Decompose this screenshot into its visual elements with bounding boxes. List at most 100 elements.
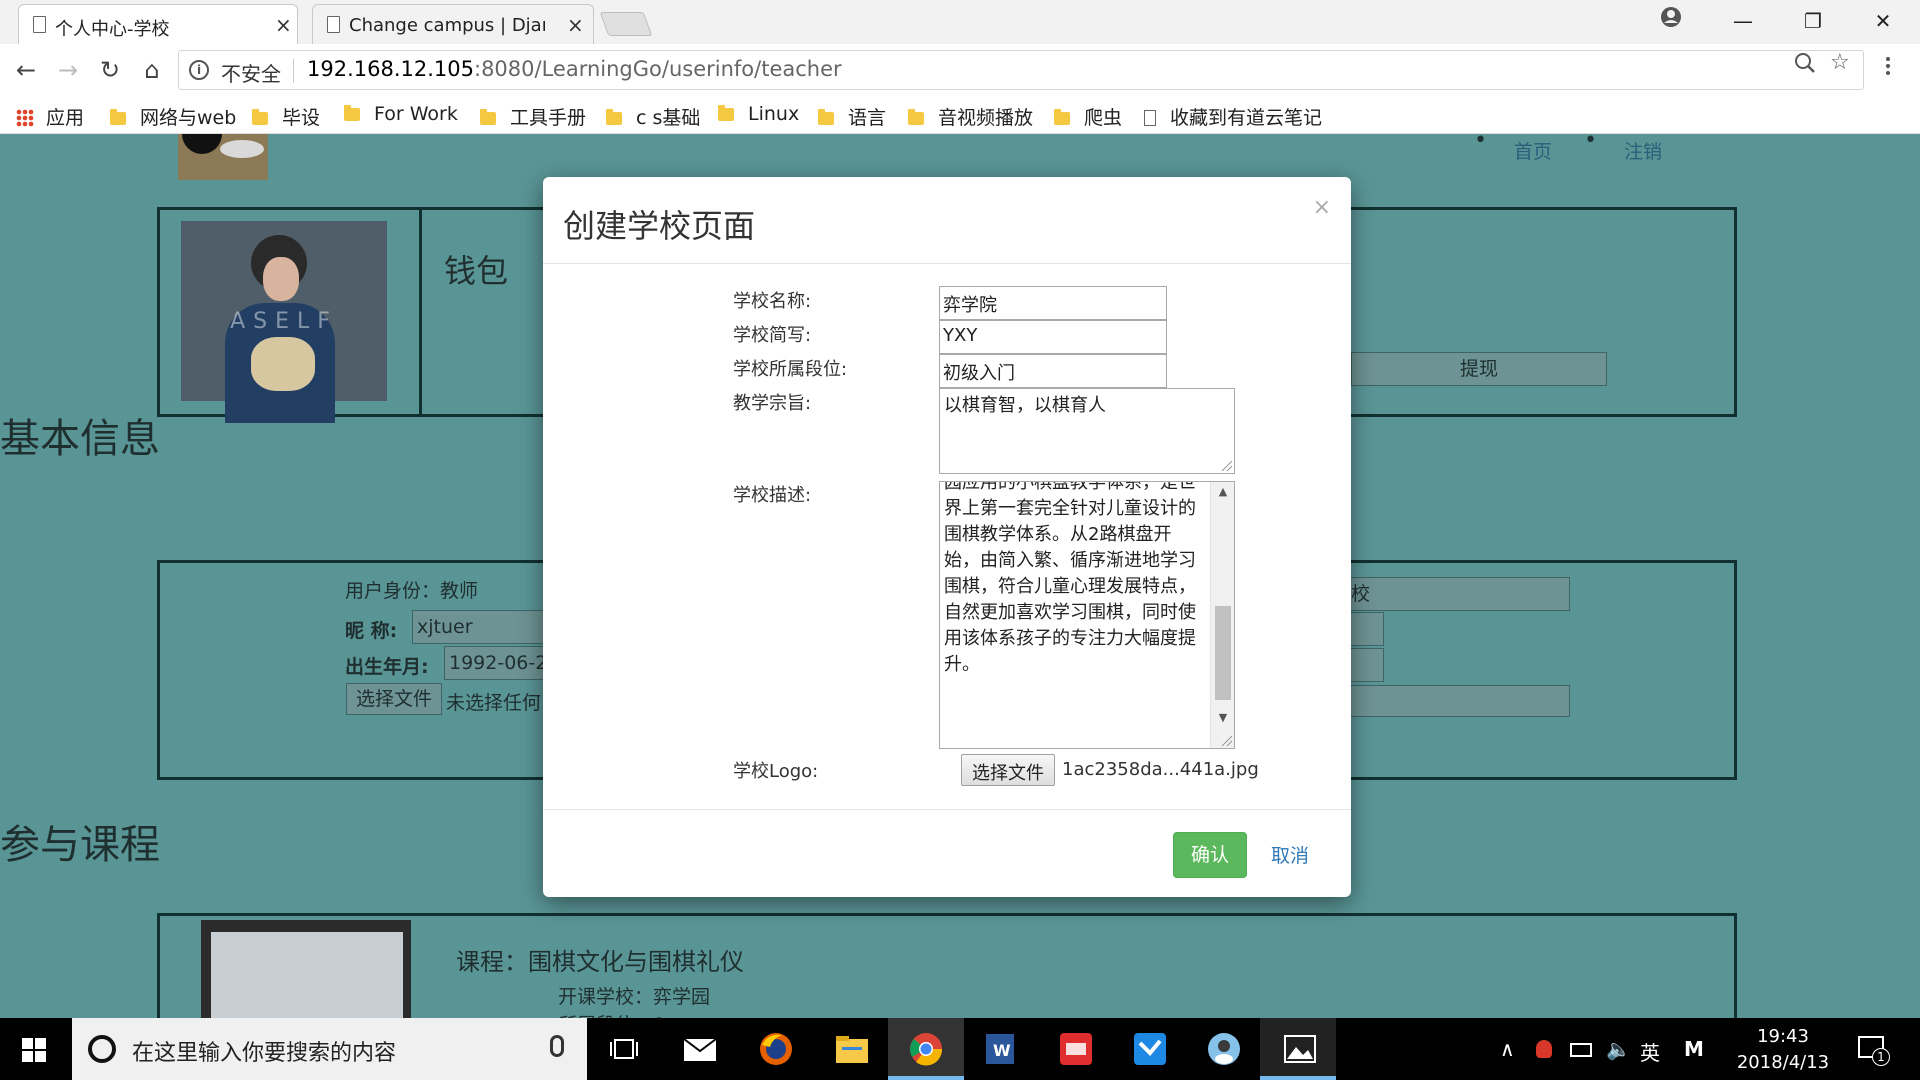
confirm-button[interactable]: 确认 <box>1173 832 1247 878</box>
microphone-icon[interactable] <box>550 1035 564 1057</box>
resize-grip-icon[interactable] <box>1222 461 1232 471</box>
avatar-file-button[interactable]: 选择文件 <box>346 683 442 715</box>
new-tab-button[interactable] <box>599 12 653 36</box>
bookmark-graduation-project[interactable]: 毕设 <box>252 103 320 129</box>
bookmark-network-web[interactable]: 网络与web <box>110 103 236 129</box>
bookmarks-bar: 应用 网络与web 毕设 For Work 工具手册 c s基础 Linux 语… <box>0 96 1920 134</box>
bookmark-youdao-note[interactable]: 收藏到有道云笔记 <box>1144 103 1323 129</box>
bookmark-label: 收藏到有道云笔记 <box>1170 107 1323 129</box>
bookmark-crawler[interactable]: 爬虫 <box>1054 103 1122 129</box>
cancel-button[interactable]: 取消 <box>1271 841 1309 868</box>
back-arrow-icon[interactable]: ← <box>8 52 44 88</box>
battery-icon[interactable] <box>1570 1043 1592 1057</box>
windows-start-icon[interactable] <box>22 1038 46 1062</box>
site-logo[interactable] <box>178 134 268 180</box>
scroll-down-arrow-icon[interactable]: ▼ <box>1211 708 1234 728</box>
resize-grip-icon[interactable] <box>1222 736 1232 746</box>
bullet: • <box>1474 134 1487 153</box>
browser-menu-icon[interactable] <box>1882 54 1894 84</box>
close-window-button[interactable]: ✕ <box>1868 6 1898 36</box>
qq-tray-icon[interactable] <box>1536 1040 1552 1058</box>
nav-logout-link[interactable]: 注销 <box>1624 137 1662 164</box>
teaching-purpose-value: 以棋育智，以棋育人 <box>944 395 1106 416</box>
home-icon[interactable]: ⌂ <box>134 52 170 88</box>
svg-text:W: W <box>993 1041 1011 1060</box>
task-view-icon[interactable] <box>606 1031 642 1067</box>
mail-icon[interactable] <box>682 1031 718 1067</box>
close-icon[interactable]: × <box>1313 195 1331 220</box>
bookmark-apps[interactable]: 应用 <box>16 103 84 129</box>
bookmark-cs-basics[interactable]: c s基础 <box>606 103 701 129</box>
bookmark-label: c s基础 <box>636 107 701 129</box>
reload-icon[interactable]: ↻ <box>92 52 128 88</box>
file-explorer-icon[interactable] <box>834 1031 870 1067</box>
withdraw-button[interactable]: 提现 <box>1351 352 1607 386</box>
ime-indicator[interactable]: 英 <box>1640 1037 1660 1066</box>
birth-input[interactable]: 1992-06-20 <box>444 646 544 680</box>
volume-icon[interactable]: 🔈 <box>1606 1037 1631 1061</box>
school-abbr-input[interactable]: YXY <box>939 320 1167 354</box>
zoom-icon[interactable] <box>1794 52 1816 80</box>
feishu-icon[interactable] <box>1132 1031 1168 1067</box>
address-bar[interactable]: i 不安全 192.168.12.105:8080/LearningGo/use… <box>178 50 1864 90</box>
cortana-icon[interactable] <box>88 1035 116 1063</box>
word-icon[interactable]: W <box>982 1031 1018 1067</box>
restore-button[interactable]: ❐ <box>1798 6 1828 36</box>
bookmark-star-icon[interactable]: ☆ <box>1830 50 1850 75</box>
browser-toolbar: ← → ↻ ⌂ i 不安全 192.168.12.105:8080/Learni… <box>0 44 1920 96</box>
info-icon[interactable]: i <box>189 60 209 80</box>
photos-icon[interactable] <box>1282 1031 1318 1067</box>
school-abbr-label: 学校简写: <box>733 325 812 346</box>
ime-mode-icon[interactable]: M <box>1684 1037 1704 1061</box>
forward-arrow-icon[interactable]: → <box>50 52 86 88</box>
birth-label: 出生年月: <box>345 656 429 678</box>
youdao-icon[interactable] <box>1058 1031 1094 1067</box>
scroll-up-arrow-icon[interactable]: ▲ <box>1211 482 1234 502</box>
firefox-icon[interactable] <box>758 1031 794 1067</box>
chevron-up-icon[interactable]: ∧ <box>1500 1037 1515 1061</box>
bookmark-label: 工具手册 <box>510 107 587 129</box>
qq-icon[interactable] <box>1206 1031 1242 1067</box>
description-scrollbar[interactable]: ▲ ▼ <box>1210 482 1234 748</box>
minimize-button[interactable]: — <box>1728 6 1758 36</box>
bookmark-linux[interactable]: Linux <box>718 103 799 127</box>
scroll-thumb[interactable] <box>1215 606 1231 700</box>
close-tab-icon[interactable]: × <box>275 13 292 37</box>
teaching-purpose-textarea[interactable]: 以棋育智，以棋育人 <box>939 388 1235 474</box>
right-field-3[interactable] <box>1350 648 1384 682</box>
course-title[interactable]: 课程：围棋文化与围棋礼仪 <box>456 942 744 977</box>
school-level-input[interactable]: 初级入门 <box>939 354 1167 388</box>
school-field[interactable]: 校 <box>1350 577 1570 611</box>
search-placeholder: 在这里输入你要搜索的内容 <box>132 1041 397 1066</box>
folder-icon <box>252 109 268 125</box>
school-description-textarea[interactable]: 更合理的儿童围棋教学体系”这才是弈学园围棋产品的目标。弈学园应用的小棋盘教学体系… <box>939 481 1235 749</box>
create-school-modal: 创建学校页面 × 学校名称: 弈学院 学校简写: YXY 学校所属段位: 初级入… <box>543 177 1351 897</box>
logo-file-name: 1ac2358da...441a.jpg <box>1062 759 1259 780</box>
profile-divider <box>419 207 422 417</box>
bookmark-av-playback[interactable]: 音视频播放 <box>908 103 1033 129</box>
bullet: • <box>1584 134 1597 153</box>
tab-profile-school[interactable]: 个人中心-学校 × <box>18 4 298 44</box>
school-name-input[interactable]: 弈学院 <box>939 286 1167 320</box>
taskbar-search-box[interactable]: 在这里输入你要搜索的内容 <box>72 1018 587 1080</box>
nav-home-link[interactable]: 首页 <box>1514 137 1552 164</box>
avatar[interactable]: ASELF <box>181 221 387 423</box>
nickname-input[interactable]: xjtuer <box>412 610 544 644</box>
close-tab-icon[interactable]: × <box>567 13 584 37</box>
choose-logo-file-button[interactable]: 选择文件 <box>961 754 1055 786</box>
modal-title: 创建学校页面 <box>563 207 756 245</box>
url-text[interactable]: 192.168.12.105:8080/LearningGo/userinfo/… <box>307 57 842 81</box>
bookmark-label: 语言 <box>848 107 887 129</box>
bookmark-languages[interactable]: 语言 <box>818 103 887 129</box>
folder-icon <box>1054 109 1070 125</box>
right-field-4[interactable] <box>1350 685 1570 717</box>
course-thumbnail[interactable] <box>201 920 411 1018</box>
system-clock[interactable]: 19:43 2018/4/13 <box>1728 1024 1838 1076</box>
bookmark-for-work[interactable]: For Work <box>344 103 458 127</box>
user-profile-icon[interactable] <box>1656 6 1686 36</box>
tab-change-campus[interactable]: Change campus | Djang × <box>312 4 594 44</box>
right-field-2[interactable] <box>1350 612 1384 646</box>
security-label: 不安全 <box>221 62 281 86</box>
chrome-icon[interactable] <box>908 1031 944 1067</box>
bookmark-tool-manuals[interactable]: 工具手册 <box>480 103 587 129</box>
